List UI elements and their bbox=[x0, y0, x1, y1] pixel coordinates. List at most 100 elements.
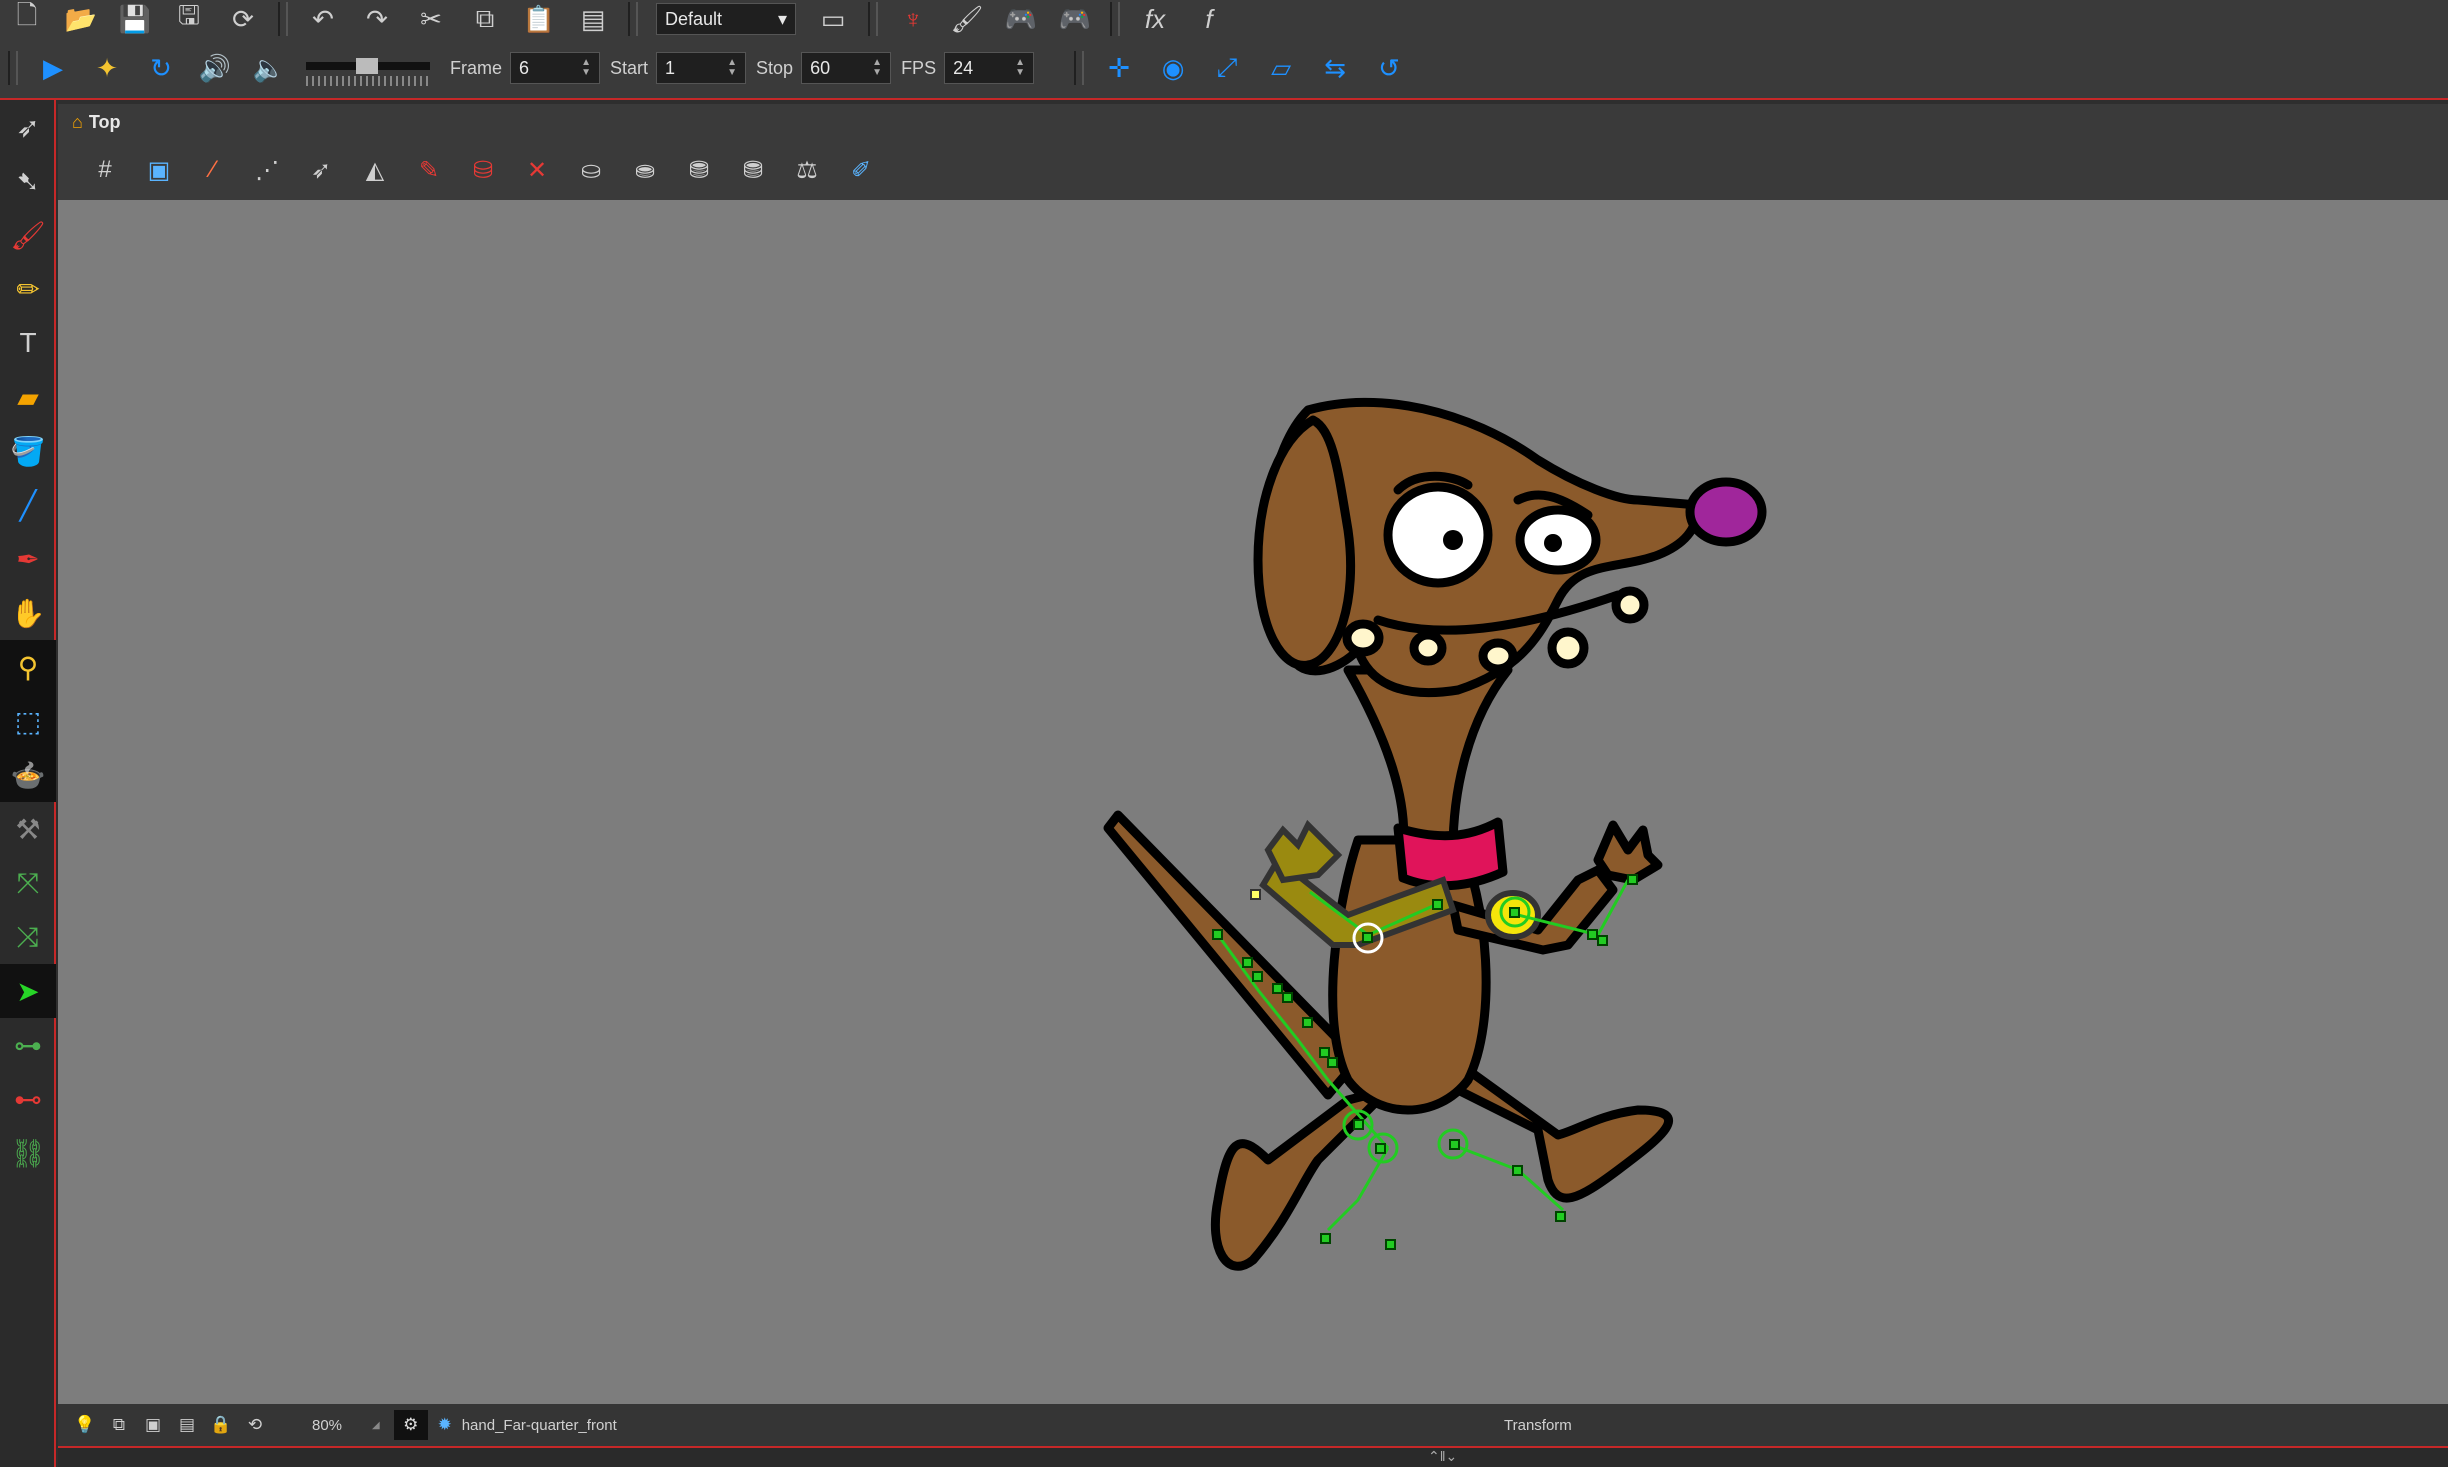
paste-icon[interactable]: 📋 bbox=[517, 2, 561, 36]
paint-pot-icon[interactable]: 🍲 bbox=[0, 748, 56, 802]
hand-tool-icon[interactable]: ✋ bbox=[0, 586, 56, 640]
sound-icon[interactable]: 🔊 bbox=[193, 51, 237, 85]
library-icon[interactable]: ▤ bbox=[571, 2, 615, 36]
dog-character bbox=[1103, 397, 1767, 1271]
light-table-icon[interactable]: ⋰ bbox=[247, 150, 287, 190]
toolbar-separator bbox=[278, 2, 288, 36]
toolbar-separator bbox=[868, 2, 878, 36]
contour-select-icon[interactable]: ➷ bbox=[0, 154, 56, 208]
rotate-icon[interactable]: ◉ bbox=[1151, 51, 1195, 85]
cut-icon[interactable]: ✂ bbox=[409, 2, 453, 36]
text-tool-icon[interactable]: T bbox=[0, 316, 56, 370]
toolbar-separator bbox=[1074, 51, 1085, 85]
open-icon[interactable]: 📂 bbox=[59, 2, 103, 36]
play-icon[interactable]: ▶ bbox=[31, 51, 75, 85]
link-icon[interactable]: ⛓ bbox=[0, 1126, 56, 1180]
status-bar: 💡 ⧉ ▣ ▤ 🔒 ⟲ 80% ◢ ⚙ ✹ hand_Far-quarter_f… bbox=[58, 1404, 2448, 1446]
pegs-icon[interactable]: ⊶ bbox=[0, 1018, 56, 1072]
sound-scrub-icon[interactable]: 🔈 bbox=[247, 51, 291, 85]
transform-pivot-icon[interactable]: ✛ bbox=[1097, 51, 1141, 85]
chevron-down-icon[interactable]: ◢ bbox=[372, 1420, 380, 1431]
file-toolbar: 🗋 📂 💾 🖫 ⟳ ↶ ↷ ✂ ⧉ 📋 ▤ Default ▾ ▭ ♆ 🖌 🎮 … bbox=[0, 0, 2448, 38]
layers-toggle-icon[interactable]: ⧉ bbox=[102, 1410, 136, 1440]
reset-transform-icon[interactable]: ↺ bbox=[1367, 51, 1411, 85]
lock-icon[interactable]: 🔒 bbox=[204, 1410, 238, 1440]
reset-view-icon[interactable]: ⟲ bbox=[238, 1410, 272, 1440]
play-selection-icon[interactable]: ✦ bbox=[85, 51, 129, 85]
paint-bucket-icon[interactable]: 🪣 bbox=[0, 424, 56, 478]
stop-field[interactable]: 60 ▲ ▼ bbox=[801, 52, 892, 84]
delete-x-icon[interactable]: ✕ bbox=[517, 150, 557, 190]
gear-icon[interactable]: ⚙ bbox=[393, 1410, 428, 1440]
safe-area-icon[interactable]: ▣ bbox=[139, 150, 179, 190]
select-arrow-icon[interactable]: ➶ bbox=[0, 100, 56, 154]
deform-rig-icon[interactable]: ⤧ bbox=[0, 856, 56, 910]
curve-deform-icon[interactable]: ⤨ bbox=[0, 910, 56, 964]
balance-icon[interactable]: ⚖ bbox=[787, 150, 827, 190]
save-icon[interactable]: 💾 bbox=[113, 2, 157, 36]
undo-icon[interactable]: ↶ bbox=[301, 2, 345, 36]
transform-tool-icon[interactable]: ⬚ bbox=[0, 694, 56, 748]
layer-icon[interactable]: ⛂ bbox=[625, 150, 665, 190]
onion-skin-icon[interactable]: ⁄ bbox=[193, 150, 233, 190]
paint-view-icon[interactable]: ⛁ bbox=[463, 150, 503, 190]
safe-frame-icon[interactable]: ▤ bbox=[170, 1410, 204, 1440]
line-tool-icon[interactable]: ╱ bbox=[0, 478, 56, 532]
save-as-icon[interactable]: 🖫 bbox=[167, 0, 211, 36]
grid-icon[interactable]: # bbox=[85, 150, 125, 190]
playback-speed-slider[interactable] bbox=[306, 48, 430, 88]
scale-icon[interactable]: ⤢ bbox=[1205, 51, 1249, 85]
stepper-icon[interactable]: ▲ ▼ bbox=[581, 58, 591, 78]
lightbulb-icon[interactable]: 💡 bbox=[68, 1410, 102, 1440]
gamepad-icon[interactable]: 🎮 bbox=[999, 2, 1043, 36]
brush-icon[interactable]: 🖌 bbox=[945, 2, 989, 36]
toolbar-separator bbox=[8, 51, 18, 85]
stepper-icon[interactable]: ▲ ▼ bbox=[727, 58, 737, 78]
frame-field[interactable]: 6 ▲ ▼ bbox=[510, 52, 601, 84]
peg-gear-icon[interactable]: ✹ bbox=[428, 1410, 462, 1440]
eraser-tool-icon[interactable]: ▰ bbox=[0, 370, 56, 424]
flip-icon[interactable]: ⇆ bbox=[1313, 51, 1357, 85]
workspace-dropdown[interactable]: Default ▾ bbox=[656, 3, 796, 35]
copy-icon[interactable]: ⧉ bbox=[463, 2, 507, 36]
rotate-view-icon[interactable]: ◭ bbox=[355, 150, 395, 190]
new-scene-icon[interactable]: 🗋 bbox=[5, 0, 49, 36]
pencil-tool-icon[interactable]: ✏ bbox=[0, 262, 56, 316]
function-alt-icon[interactable]: f bbox=[1187, 2, 1231, 36]
rigging-tool-icon[interactable]: ⚲ bbox=[0, 640, 56, 694]
bone-tool-icon[interactable]: ⚒ bbox=[0, 802, 56, 856]
deformation-icon[interactable]: ♆ bbox=[891, 2, 935, 36]
stop-label: Stop bbox=[756, 57, 794, 78]
workspace-manager-icon[interactable]: ▭ bbox=[811, 2, 855, 36]
deform-active-icon[interactable]: ➤ bbox=[0, 964, 56, 1018]
start-field[interactable]: 1 ▲ ▼ bbox=[656, 52, 747, 84]
fps-label: FPS bbox=[901, 57, 937, 78]
function-icon[interactable]: fx bbox=[1133, 2, 1177, 36]
zoom-level[interactable]: 80% bbox=[312, 1417, 372, 1434]
layers-icon[interactable]: ⛃ bbox=[733, 150, 773, 190]
dropper-tool-icon[interactable]: ✒ bbox=[0, 532, 56, 586]
loop-icon[interactable]: ↻ bbox=[139, 51, 183, 85]
fps-value: 24 bbox=[953, 57, 974, 78]
add-layer-icon[interactable]: ⛀ bbox=[571, 150, 611, 190]
brush-tool-icon[interactable]: 🖌 bbox=[0, 208, 56, 262]
line-pen-icon[interactable]: ✐ bbox=[841, 150, 881, 190]
toolbar-separator bbox=[628, 2, 638, 36]
stepper-icon[interactable]: ▲ ▼ bbox=[1015, 58, 1025, 78]
pegs-alt-icon[interactable]: ⊷ bbox=[0, 1072, 56, 1126]
collapse-arrows-icon[interactable]: ⌃‖⌄ bbox=[1428, 1448, 1457, 1465]
drawing-canvas[interactable] bbox=[58, 200, 2448, 1404]
frame-label: Frame bbox=[450, 57, 503, 78]
refresh-icon[interactable]: ⟳ bbox=[221, 2, 265, 36]
fps-field[interactable]: 24 ▲ ▼ bbox=[944, 52, 1035, 84]
redo-icon[interactable]: ↷ bbox=[355, 2, 399, 36]
brush-view-icon[interactable]: ✎ bbox=[409, 150, 449, 190]
skew-icon[interactable]: ▱ bbox=[1259, 51, 1303, 85]
view-tab[interactable]: ⌂ Top bbox=[58, 104, 2448, 140]
camera-mask-icon[interactable]: ▣ bbox=[136, 1410, 170, 1440]
select-view-icon[interactable]: ➶ bbox=[301, 150, 341, 190]
tool-mode: Transform bbox=[1504, 1416, 1572, 1434]
layer-stack-icon[interactable]: ⛃ bbox=[679, 150, 719, 190]
stepper-icon[interactable]: ▲ ▼ bbox=[872, 58, 882, 78]
gamepad-alt-icon[interactable]: 🎮 bbox=[1053, 2, 1097, 36]
